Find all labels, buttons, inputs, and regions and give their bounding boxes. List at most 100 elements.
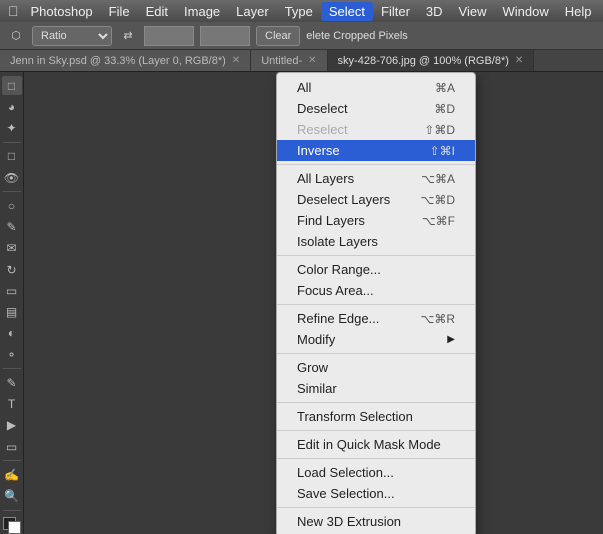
rectangle-tool[interactable]: ▭ — [2, 437, 22, 456]
spot-healing-tool[interactable]: ○ — [2, 196, 22, 215]
tab-jenn[interactable]: Jenn in Sky.psd @ 33.3% (Layer 0, RGB/8*… — [0, 50, 251, 71]
tool-divider-4 — [3, 460, 21, 461]
menu-item-new-3d-extrusion[interactable]: New 3D Extrusion — [277, 511, 475, 532]
menu-separator — [277, 164, 475, 165]
width-input[interactable] — [144, 26, 194, 46]
color-swatches[interactable] — [3, 517, 21, 534]
tool-divider-3 — [3, 368, 21, 369]
tool-options-icon: ⬡ — [6, 26, 26, 46]
menu-image[interactable]: Image — [176, 2, 228, 21]
menu-window[interactable]: Window — [495, 2, 557, 21]
tab-untitled[interactable]: Untitled- ✕ — [251, 50, 327, 71]
menu-separator — [277, 458, 475, 459]
tab-jenn-label: Jenn in Sky.psd @ 33.3% (Layer 0, RGB/8*… — [10, 55, 226, 67]
menu-item-deselect[interactable]: Deselect⌘D — [277, 98, 475, 119]
lasso-tool[interactable]: ◕ — [2, 97, 22, 116]
zoom-tool[interactable]: 🔍 — [2, 486, 22, 505]
menu-item-label: Load Selection... — [297, 465, 394, 480]
menu-item-shortcut: ⌥⌘R — [421, 312, 456, 326]
menu-item-label: Reselect — [297, 122, 348, 137]
menu-item-label: Modify — [297, 332, 335, 347]
menu-item-inverse[interactable]: Inverse⇧⌘I — [277, 140, 475, 161]
tab-untitled-close[interactable]: ✕ — [308, 55, 316, 66]
tab-jenn-close[interactable]: ✕ — [232, 55, 240, 66]
clone-stamp-tool[interactable]: ✉ — [2, 239, 22, 258]
menu-item-modify[interactable]: Modify▶ — [277, 329, 475, 350]
menu-item-isolate-layers[interactable]: Isolate Layers — [277, 231, 475, 252]
hand-tool[interactable]: ✍ — [2, 465, 22, 484]
menu-item-color-range-[interactable]: Color Range... — [277, 259, 475, 280]
menu-item-shortcut: ⇧⌘D — [424, 123, 455, 137]
menu-item-shortcut: ⌥⌘A — [421, 172, 455, 186]
type-tool[interactable]: T — [2, 394, 22, 413]
menu-view[interactable]: View — [451, 2, 495, 21]
menu-item-load-selection-[interactable]: Load Selection... — [277, 462, 475, 483]
menu-item-find-layers[interactable]: Find Layers ⌥⌘F — [277, 210, 475, 231]
menu-separator — [277, 304, 475, 305]
menu-item-all[interactable]: All⌘A — [277, 77, 475, 98]
tabs-bar: Jenn in Sky.psd @ 33.3% (Layer 0, RGB/8*… — [0, 50, 603, 72]
menu-item-label: Grow — [297, 360, 328, 375]
menu-separator — [277, 507, 475, 508]
height-input[interactable] — [200, 26, 250, 46]
tab-sky[interactable]: sky-428-706.jpg @ 100% (RGB/8*) ✕ — [328, 50, 535, 71]
menu-edit[interactable]: Edit — [138, 2, 176, 21]
menu-item-deselect-layers[interactable]: Deselect Layers ⌥⌘D — [277, 189, 475, 210]
menu-photoshop[interactable]: Photoshop — [23, 2, 101, 21]
menu-item-label: Similar — [297, 381, 337, 396]
menu-type[interactable]: Type — [277, 2, 321, 21]
menu-separator — [277, 353, 475, 354]
delete-cropped-label: elete Cropped Pixels — [306, 30, 408, 42]
tab-sky-close[interactable]: ✕ — [515, 55, 523, 66]
brush-tool[interactable]: ✎ — [2, 217, 22, 236]
menu-item-label: Transform Selection — [297, 409, 413, 424]
menu-item-label: Find Layers — [297, 213, 365, 228]
tab-untitled-label: Untitled- — [261, 55, 302, 67]
menu-item-shortcut: ⌥⌘D — [421, 193, 456, 207]
pen-tool[interactable]: ✎ — [2, 373, 22, 392]
dodge-tool[interactable]: ⚬ — [2, 345, 22, 364]
menu-item-edit-in-quick-mask-mode[interactable]: Edit in Quick Mask Mode — [277, 434, 475, 455]
tool-divider-5 — [3, 510, 21, 511]
background-color[interactable] — [8, 521, 21, 534]
clear-button[interactable]: Clear — [256, 26, 300, 46]
marquee-tool[interactable]: □ — [2, 76, 22, 95]
eyedropper-tool[interactable]: 👁 — [2, 168, 22, 187]
select-menu-dropdown: All⌘ADeselect⌘D Reselect ⇧⌘D Inverse⇧⌘I All … — [276, 72, 476, 534]
menu-item-reselect: Reselect ⇧⌘D — [277, 119, 475, 140]
menu-item-label: Isolate Layers — [297, 234, 378, 249]
apple-logo-icon[interactable]:  — [8, 3, 19, 19]
menu-help[interactable]: Help — [557, 2, 600, 21]
blur-tool[interactable]: ◐ — [2, 324, 22, 343]
magic-wand-tool[interactable]: ✦ — [2, 119, 22, 138]
menu-item-all-layers[interactable]: All Layers ⌥⌘A — [277, 168, 475, 189]
menu-separator — [277, 255, 475, 256]
history-brush-tool[interactable]: ↻ — [2, 260, 22, 279]
menu-item-label: Refine Edge... — [297, 311, 379, 326]
crop-tool[interactable]: □ — [2, 147, 22, 166]
menu-file[interactable]: File — [101, 2, 138, 21]
menu-item-save-selection-[interactable]: Save Selection... — [277, 483, 475, 504]
menu-layer[interactable]: Layer — [228, 2, 277, 21]
menu-item-refine-edge-[interactable]: Refine Edge... ⌥⌘R — [277, 308, 475, 329]
gradient-tool[interactable]: ▤ — [2, 302, 22, 321]
menu-select[interactable]: Select — [321, 2, 373, 21]
menu-3d[interactable]: 3D — [418, 2, 451, 21]
canvas-area: All⌘ADeselect⌘D Reselect ⇧⌘D Inverse⇧⌘I All … — [24, 72, 603, 534]
ratio-select[interactable]: Ratio — [32, 26, 112, 46]
menu-item-shortcut: ⌘D — [434, 102, 455, 116]
swap-icon[interactable]: ⇄ — [118, 26, 138, 46]
menu-item-label: Focus Area... — [297, 283, 374, 298]
menu-item-similar[interactable]: Similar — [277, 378, 475, 399]
menu-item-shortcut: ⌥⌘F — [422, 214, 455, 228]
menu-filter[interactable]: Filter — [373, 2, 418, 21]
menu-item-transform-selection[interactable]: Transform Selection — [277, 406, 475, 427]
menu-item-focus-area-[interactable]: Focus Area... — [277, 280, 475, 301]
path-selection-tool[interactable]: ▶ — [2, 416, 22, 435]
menu-item-shortcut: ⌘A — [435, 81, 455, 95]
menu-item-grow[interactable]: Grow — [277, 357, 475, 378]
menu-item-label: Color Range... — [297, 262, 381, 277]
menu-item-label: All Layers — [297, 171, 354, 186]
eraser-tool[interactable]: ▭ — [2, 281, 22, 300]
menu-item-label: Deselect Layers — [297, 192, 390, 207]
